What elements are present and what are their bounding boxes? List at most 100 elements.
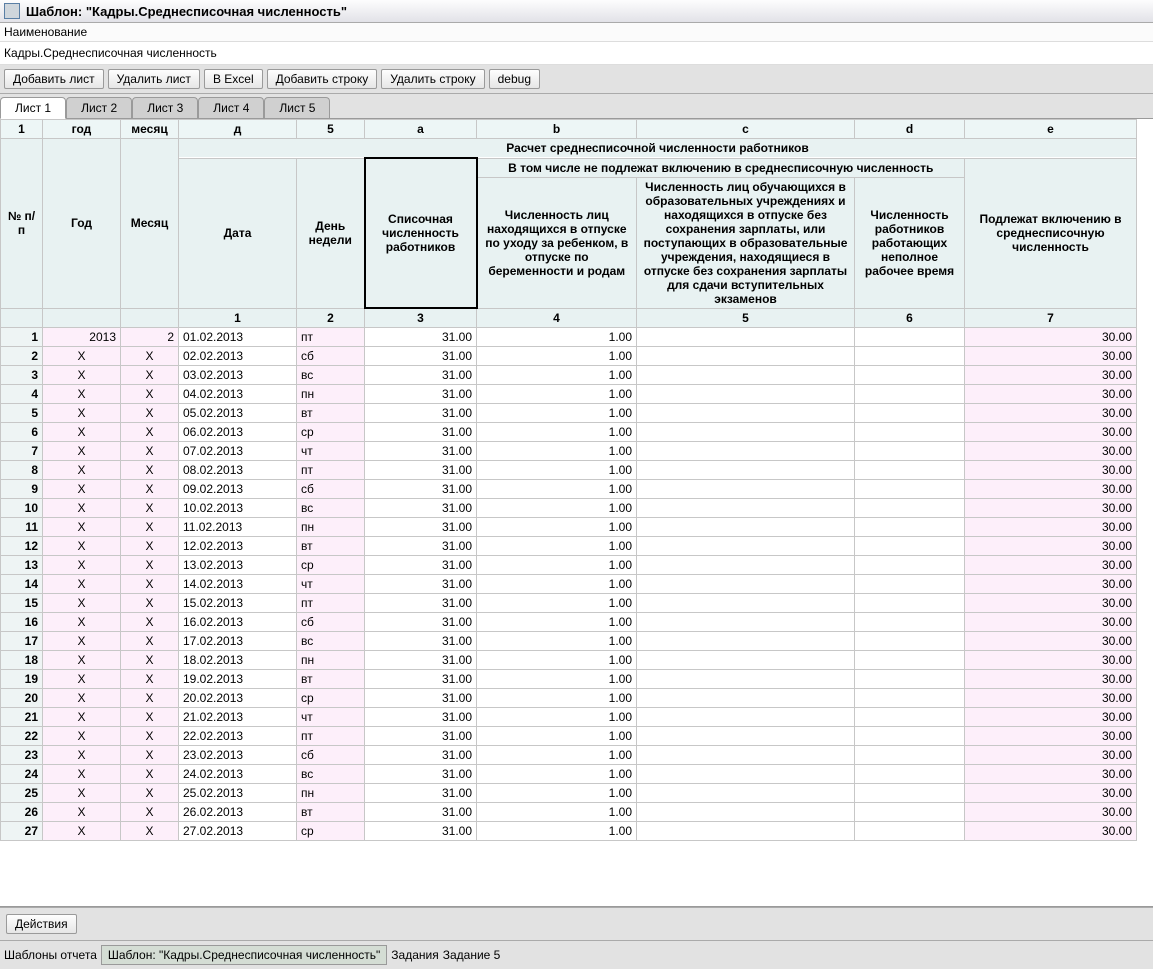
cell[interactable]: 1.00: [477, 442, 637, 461]
cell[interactable]: 16: [1, 613, 43, 632]
cell[interactable]: 31.00: [365, 784, 477, 803]
cell[interactable]: X: [121, 537, 179, 556]
cell[interactable]: X: [43, 499, 121, 518]
cell[interactable]: 1.00: [477, 803, 637, 822]
name-value[interactable]: Кадры.Среднесписочная численность: [0, 42, 1153, 65]
cell[interactable]: 31.00: [365, 727, 477, 746]
cell[interactable]: X: [43, 727, 121, 746]
col-letter[interactable]: год: [43, 120, 121, 139]
cell[interactable]: 09.02.2013: [179, 480, 297, 499]
cell[interactable]: сб: [297, 746, 365, 765]
cell[interactable]: 14.02.2013: [179, 575, 297, 594]
cell[interactable]: 20: [1, 689, 43, 708]
cell[interactable]: 30.00: [965, 822, 1137, 841]
cell[interactable]: X: [43, 689, 121, 708]
cell[interactable]: [855, 366, 965, 385]
cell[interactable]: 1.00: [477, 670, 637, 689]
cell[interactable]: 30.00: [965, 537, 1137, 556]
cell[interactable]: 31.00: [365, 556, 477, 575]
cell[interactable]: [855, 803, 965, 822]
cell[interactable]: X: [43, 822, 121, 841]
cell[interactable]: [855, 632, 965, 651]
export-excel-button[interactable]: В Excel: [204, 69, 263, 89]
cell[interactable]: X: [43, 670, 121, 689]
cell[interactable]: 31.00: [365, 480, 477, 499]
cell[interactable]: X: [43, 480, 121, 499]
cell[interactable]: 15: [1, 594, 43, 613]
col-letter[interactable]: 1: [1, 120, 43, 139]
cell[interactable]: ср: [297, 556, 365, 575]
cell[interactable]: [637, 803, 855, 822]
cell[interactable]: 1.00: [477, 784, 637, 803]
cell[interactable]: X: [43, 594, 121, 613]
cell[interactable]: X: [121, 423, 179, 442]
cell[interactable]: 31.00: [365, 651, 477, 670]
cell[interactable]: 30.00: [965, 575, 1137, 594]
cell[interactable]: 17: [1, 632, 43, 651]
cell[interactable]: 30.00: [965, 499, 1137, 518]
cell[interactable]: 26.02.2013: [179, 803, 297, 822]
table-row[interactable]: 10XX10.02.2013вс31.001.0030.00: [1, 499, 1137, 518]
cell[interactable]: X: [43, 613, 121, 632]
cell[interactable]: 14: [1, 575, 43, 594]
cell[interactable]: 04.02.2013: [179, 385, 297, 404]
cell[interactable]: [637, 613, 855, 632]
table-row[interactable]: 24XX24.02.2013вс31.001.0030.00: [1, 765, 1137, 784]
table-row[interactable]: 8XX08.02.2013пт31.001.0030.00: [1, 461, 1137, 480]
cell[interactable]: 30.00: [965, 765, 1137, 784]
cell[interactable]: 31.00: [365, 347, 477, 366]
cell[interactable]: X: [121, 632, 179, 651]
cell[interactable]: вс: [297, 632, 365, 651]
cell[interactable]: 31.00: [365, 442, 477, 461]
cell[interactable]: X: [121, 442, 179, 461]
actions-button[interactable]: Действия: [6, 914, 77, 934]
cell[interactable]: [855, 518, 965, 537]
cell[interactable]: пт: [297, 328, 365, 347]
cell[interactable]: 13.02.2013: [179, 556, 297, 575]
cell[interactable]: 30.00: [965, 689, 1137, 708]
cell[interactable]: 31.00: [365, 613, 477, 632]
cell[interactable]: 30.00: [965, 518, 1137, 537]
cell[interactable]: 30.00: [965, 461, 1137, 480]
sheet-tab-5[interactable]: Лист 5: [264, 97, 330, 118]
cell[interactable]: X: [121, 613, 179, 632]
cell[interactable]: [855, 347, 965, 366]
debug-button[interactable]: debug: [489, 69, 540, 89]
cell[interactable]: [637, 784, 855, 803]
table-row[interactable]: 25XX25.02.2013пн31.001.0030.00: [1, 784, 1137, 803]
cell[interactable]: 1.00: [477, 404, 637, 423]
cell[interactable]: 2: [1, 347, 43, 366]
table-row[interactable]: 27XX27.02.2013ср31.001.0030.00: [1, 822, 1137, 841]
table-row[interactable]: 16XX16.02.2013сб31.001.0030.00: [1, 613, 1137, 632]
cell[interactable]: 1.00: [477, 632, 637, 651]
cell[interactable]: 23: [1, 746, 43, 765]
cell[interactable]: [855, 708, 965, 727]
cell[interactable]: 23.02.2013: [179, 746, 297, 765]
cell[interactable]: [637, 594, 855, 613]
table-row[interactable]: 4XX04.02.2013пн31.001.0030.00: [1, 385, 1137, 404]
cell[interactable]: 31.00: [365, 575, 477, 594]
add-sheet-button[interactable]: Добавить лист: [4, 69, 104, 89]
cell[interactable]: 30.00: [965, 746, 1137, 765]
cell[interactable]: 27: [1, 822, 43, 841]
cell[interactable]: чт: [297, 442, 365, 461]
cell[interactable]: сб: [297, 347, 365, 366]
sheet-tab-2[interactable]: Лист 2: [66, 97, 132, 118]
cell[interactable]: 1.00: [477, 727, 637, 746]
cell[interactable]: 2: [121, 328, 179, 347]
cell[interactable]: 26: [1, 803, 43, 822]
table-row[interactable]: 18XX18.02.2013пн31.001.0030.00: [1, 651, 1137, 670]
delete-row-button[interactable]: Удалить строку: [381, 69, 484, 89]
cell[interactable]: 31.00: [365, 670, 477, 689]
cell[interactable]: 31.00: [365, 803, 477, 822]
cell[interactable]: X: [121, 651, 179, 670]
cell[interactable]: [855, 689, 965, 708]
cell[interactable]: ср: [297, 423, 365, 442]
cell[interactable]: 02.02.2013: [179, 347, 297, 366]
cell[interactable]: [855, 575, 965, 594]
table-row[interactable]: 14XX14.02.2013чт31.001.0030.00: [1, 575, 1137, 594]
cell[interactable]: X: [43, 575, 121, 594]
cell[interactable]: X: [43, 784, 121, 803]
cell[interactable]: [637, 518, 855, 537]
cell[interactable]: вт: [297, 537, 365, 556]
